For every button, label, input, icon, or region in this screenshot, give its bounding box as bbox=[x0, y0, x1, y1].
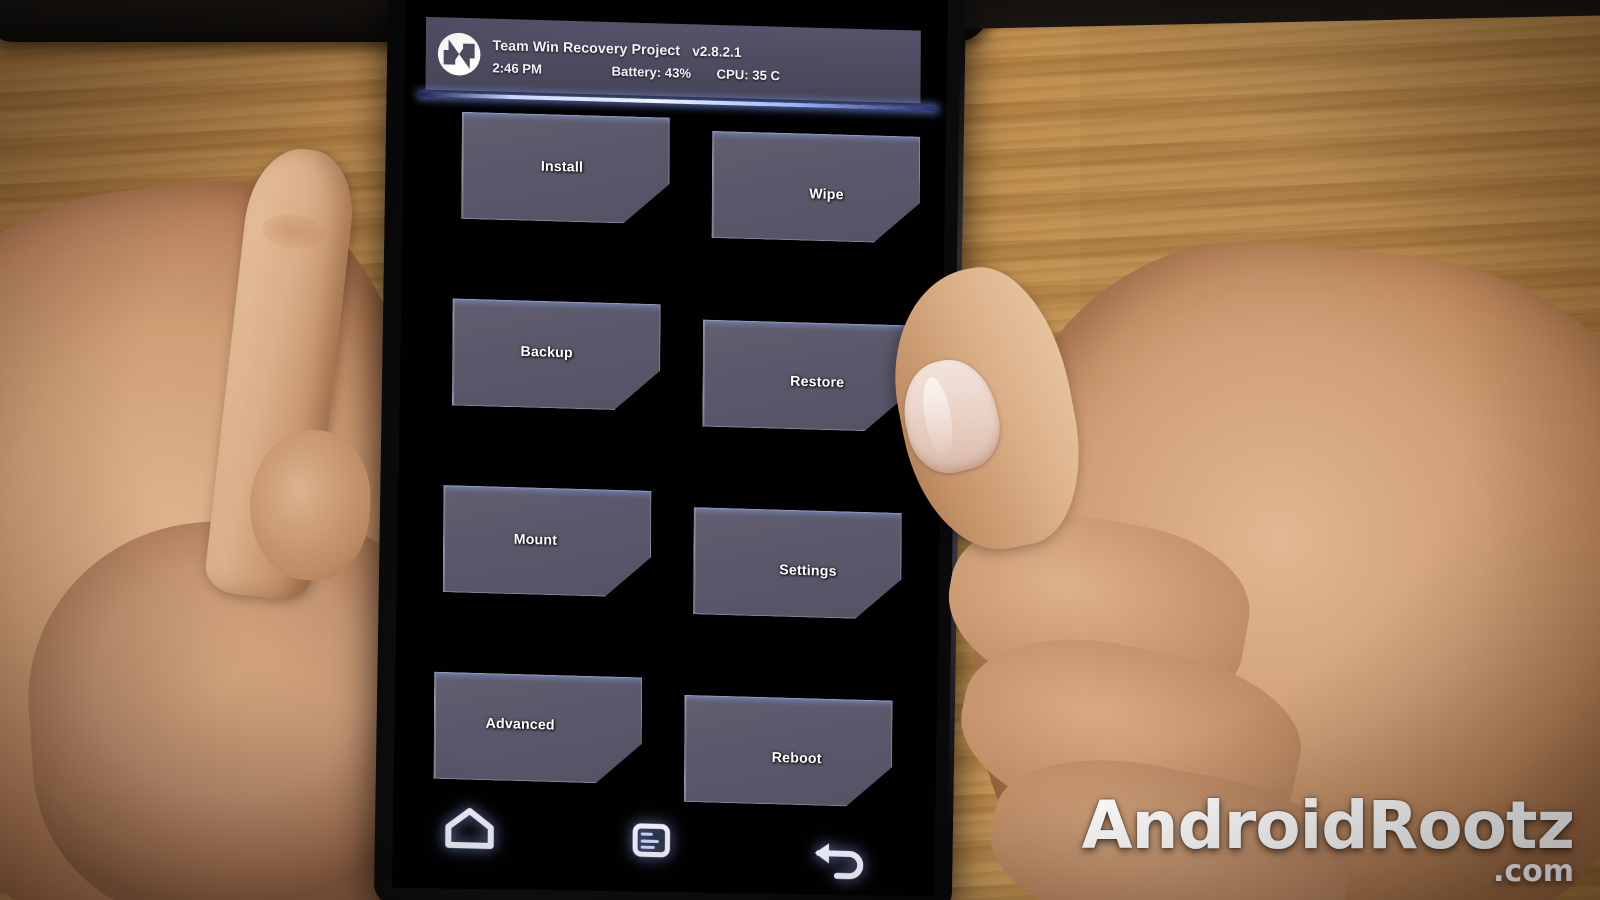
restore-button-label: Restore bbox=[790, 372, 845, 391]
button-top-glow bbox=[701, 314, 917, 324]
recent-apps-icon[interactable] bbox=[631, 822, 672, 865]
reboot-button-label: Reboot bbox=[771, 748, 822, 767]
backup-button[interactable]: Backup bbox=[452, 298, 661, 411]
android-navigation-bar bbox=[395, 783, 943, 895]
install-button[interactable]: Install bbox=[461, 112, 670, 225]
advanced-button[interactable]: Advanced bbox=[434, 672, 643, 785]
mount-button[interactable]: Mount bbox=[443, 485, 652, 598]
button-top-glow bbox=[683, 690, 899, 700]
settings-button[interactable]: Settings bbox=[693, 507, 902, 620]
button-top-glow bbox=[432, 667, 648, 677]
recovery-ui: Team Win Recovery Project v2.8.2.1 2:46 … bbox=[394, 0, 947, 896]
restore-button[interactable]: Restore bbox=[702, 320, 911, 433]
button-top-glow bbox=[441, 480, 657, 490]
install-button-label: Install bbox=[540, 157, 584, 175]
phone-screen: Team Win Recovery Project v2.8.2.1 2:46 … bbox=[392, 0, 949, 897]
phone-device: Team Win Recovery Project v2.8.2.1 2:46 … bbox=[373, 0, 967, 900]
back-arrow-icon[interactable] bbox=[809, 839, 866, 890]
button-top-glow bbox=[460, 107, 676, 117]
button-top-glow bbox=[692, 502, 908, 512]
button-top-glow bbox=[451, 293, 667, 303]
button-top-glow bbox=[710, 126, 926, 136]
settings-button-label: Settings bbox=[779, 561, 837, 579]
advanced-button-label: Advanced bbox=[485, 714, 555, 733]
mount-button-label: Mount bbox=[513, 530, 558, 548]
wipe-button-label: Wipe bbox=[809, 185, 844, 203]
wipe-button[interactable]: Wipe bbox=[712, 131, 921, 244]
home-icon[interactable] bbox=[443, 804, 496, 855]
backup-button-label: Backup bbox=[520, 342, 573, 361]
recovery-button-grid: Install Wipe Backup Restore Mount Settin… bbox=[394, 0, 947, 896]
